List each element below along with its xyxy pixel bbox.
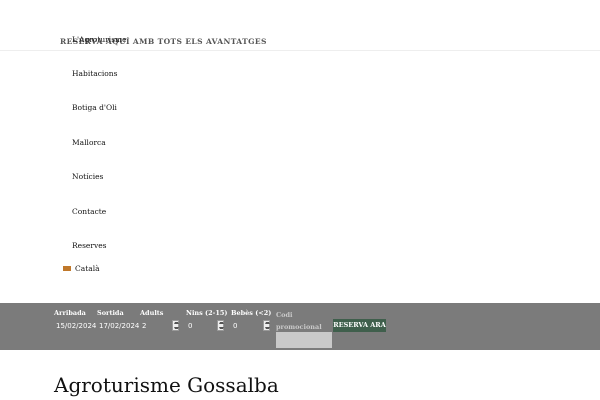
babies-field[interactable]: 0 (233, 322, 237, 330)
chevron-up-icon (265, 322, 270, 324)
adults-stepper[interactable] (172, 320, 179, 331)
arrival-date-field[interactable]: 15/02/2024 (56, 322, 96, 330)
arrival-label: Arribada (54, 309, 86, 317)
promo-code-input[interactable] (276, 332, 332, 348)
chevron-down-icon (265, 327, 270, 329)
children-field[interactable]: 0 (188, 322, 192, 330)
nav-item-agroturisme[interactable]: L'Agroturisme (72, 35, 127, 44)
nav-item-contacte[interactable]: Contacte (72, 207, 106, 216)
chevron-up-icon (219, 322, 224, 324)
nav-item-noticies[interactable]: Notícies (72, 172, 103, 181)
page-title: Agroturisme Gossalba (54, 373, 279, 397)
departure-label: Sortida (97, 309, 124, 317)
nav-item-botiga[interactable]: Botiga d'Oli (72, 103, 117, 112)
language-label: Català (75, 264, 100, 273)
babies-stepper[interactable] (263, 320, 270, 331)
nav-item-mallorca[interactable]: Mallorca (72, 138, 106, 147)
chevron-up-icon (174, 322, 179, 324)
adults-field[interactable]: 2 (142, 322, 146, 330)
promo-code-label: Codi promocional (276, 311, 322, 331)
language-selector[interactable]: Català (63, 264, 100, 273)
nav-item-habitacions[interactable]: Habitacions (72, 69, 118, 78)
nav-item-reserves[interactable]: Reserves (72, 241, 106, 250)
adults-label: Adults (140, 309, 164, 317)
babies-label: Bebès (<2) (231, 309, 272, 317)
book-now-button[interactable]: RESERVA ARA (333, 319, 386, 332)
flag-icon (63, 266, 71, 271)
booking-form: Arribada 15/02/2024 Sortida 17/02/2024 A… (0, 303, 600, 350)
main-menu: L'Agroturisme Habitacions Botiga d'Oli M… (0, 0, 600, 300)
chevron-down-icon (219, 327, 224, 329)
children-label: Nins (2-15) (186, 309, 228, 317)
children-stepper[interactable] (217, 320, 224, 331)
chevron-down-icon (174, 327, 179, 329)
departure-date-field[interactable]: 17/02/2024 (99, 322, 139, 330)
